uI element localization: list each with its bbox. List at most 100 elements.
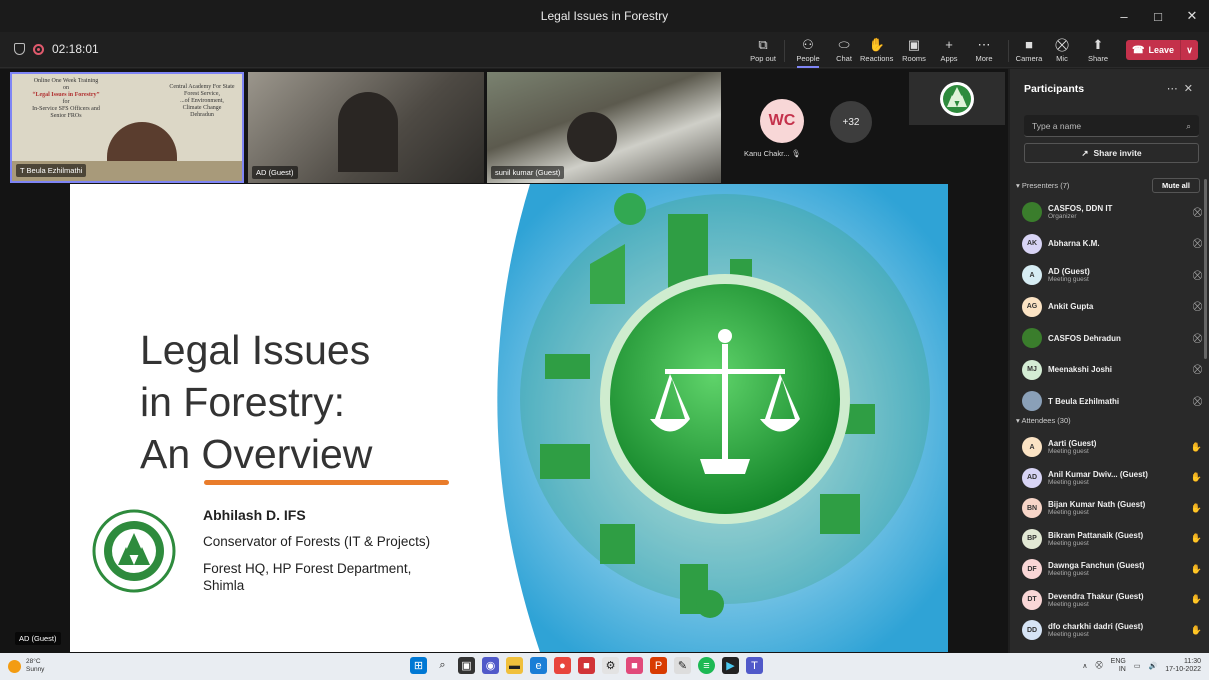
- tile-text-line: Central Academy For State: [169, 84, 235, 90]
- participant-info: CASFOS Dehradun: [1048, 334, 1190, 343]
- mic-muted-icon: ⛒: [1192, 238, 1202, 248]
- participant-row[interactable]: AD Anil Kumar Dwiv... (Guest) Meeting gues…: [1022, 464, 1202, 492]
- meeting-toolbar: 02:18:01 ⧉ Pop out ⚇ People ⬭ Chat ✋ Reactio…: [0, 32, 1209, 68]
- maximize-button[interactable]: □: [1141, 9, 1175, 24]
- participant-row[interactable]: BN Bijan Kumar Nath (Guest) Meeting guest ✋: [1022, 494, 1202, 522]
- settings-gear-icon[interactable]: ⚙: [602, 657, 619, 674]
- participant-info: Devendra Thakur (Guest) Meeting guest: [1048, 592, 1188, 608]
- meeting-stage: Online One Week Training on “Legal Issue…: [0, 69, 1008, 653]
- chrome-icon[interactable]: ●: [554, 657, 571, 674]
- participant-row[interactable]: AG Ankit Gupta ⛒: [1022, 293, 1202, 321]
- file-explorer-icon[interactable]: ▬: [506, 657, 523, 674]
- reactions-icon: ✋: [868, 36, 885, 52]
- participant-row[interactable]: CASFOS Dehradun ⛒: [1022, 324, 1202, 352]
- panel-title: Participants: [1024, 83, 1085, 95]
- chevron-down-icon[interactable]: ∨: [1180, 40, 1198, 60]
- rooms-button[interactable]: ▣ Rooms: [899, 34, 929, 66]
- participant-search-input[interactable]: Type a name ⌕: [1024, 115, 1199, 137]
- video-tile-ad-guest[interactable]: AD (Guest): [248, 72, 484, 183]
- participant-row[interactable]: MJ Meenakshi Joshi ⛒: [1022, 356, 1202, 384]
- tile-text-line: Climate Change: [182, 105, 222, 111]
- participant-row[interactable]: AK Abharna K.M. ⛒: [1022, 230, 1202, 258]
- participant-role: Organizer: [1048, 213, 1077, 220]
- spotify-icon[interactable]: ≡: [698, 657, 715, 674]
- leave-button[interactable]: ☎ Leave ∨: [1126, 40, 1198, 60]
- participant-name: Dawnga Fanchun (Guest): [1048, 561, 1145, 570]
- participant-row[interactable]: DT Devendra Thakur (Guest) Meeting guest ✋: [1022, 586, 1202, 614]
- language-indicator[interactable]: ENG IN: [1111, 658, 1126, 674]
- participant-role: Meeting guest: [1048, 631, 1089, 638]
- store-icon[interactable]: ■: [578, 657, 595, 674]
- more-button[interactable]: ⋯ More: [969, 34, 999, 66]
- share-button[interactable]: ⬆ Share: [1083, 34, 1113, 66]
- avatar-wc[interactable]: WC: [760, 99, 804, 143]
- media-player-icon[interactable]: ▶: [722, 657, 739, 674]
- mic-label: Mic: [1056, 53, 1068, 63]
- share-invite-label: Share invite: [1093, 148, 1142, 158]
- share-icon: ↗: [1081, 147, 1089, 158]
- participant-row[interactable]: BP Bikram Pattanaik (Guest) Meeting guest ✋: [1022, 525, 1202, 553]
- minimize-button[interactable]: –: [1107, 9, 1141, 24]
- share-invite-button[interactable]: ↗ Share invite: [1024, 143, 1199, 163]
- participant-name-kanu: Kanu Chakr... 🎙: [744, 149, 801, 158]
- presenters-header[interactable]: ▾ Presenters (7): [1016, 181, 1069, 190]
- mute-all-button[interactable]: Mute all: [1152, 178, 1200, 193]
- avatar: A: [1022, 437, 1042, 457]
- edge-icon[interactable]: e: [530, 657, 547, 674]
- avatar: [1022, 328, 1042, 348]
- reactions-label: Reactions: [860, 53, 894, 63]
- popout-label: Pop out: [750, 53, 776, 63]
- popout-button[interactable]: ⧉ Pop out: [748, 34, 778, 66]
- participant-row[interactable]: CASFOS, DDN IT Organizer ⛒: [1022, 198, 1202, 226]
- lang-primary: ENG: [1110, 658, 1126, 665]
- title-bar: Legal Issues in Forestry – □ ✕: [0, 0, 1209, 32]
- attendees-header[interactable]: ▾ Attendees (30): [1016, 416, 1071, 425]
- phone-icon: ☎: [1132, 44, 1145, 56]
- presenter-role: Conservator of Forests (IT & Projects): [203, 534, 431, 549]
- ellipsis-icon[interactable]: ⋯: [1167, 83, 1184, 95]
- avatar: DT: [1022, 589, 1042, 610]
- participant-name: Meenakshi Joshi: [1048, 365, 1113, 374]
- participant-row[interactable]: A AD (Guest) Meeting guest ⛒: [1022, 261, 1202, 289]
- chat-label: Chat: [836, 53, 852, 63]
- casfos-logo-tile[interactable]: [909, 72, 1005, 125]
- weather-widget[interactable]: 28°C Sunny: [8, 658, 44, 674]
- camera-button[interactable]: ■ Camera: [1014, 34, 1044, 66]
- people-button[interactable]: ⚇ People: [793, 34, 823, 68]
- more-participants-badge[interactable]: +32: [830, 101, 872, 143]
- mic-muted-icon[interactable]: ⛒: [1096, 662, 1103, 670]
- participant-row[interactable]: DD dfo charkhi dadri (Guest) Meeting guest…: [1022, 616, 1202, 644]
- paint-icon[interactable]: ✎: [674, 657, 691, 674]
- more-label: More: [975, 53, 993, 63]
- search-icon[interactable]: ⌕: [434, 657, 451, 674]
- photos-icon[interactable]: ■: [626, 657, 643, 674]
- clock[interactable]: 11:30 17-10-2022: [1165, 658, 1201, 674]
- tile-name-label: sunil kumar (Guest): [491, 166, 565, 179]
- volume-icon[interactable]: 🔊: [1148, 662, 1157, 670]
- teams-icon[interactable]: T: [746, 657, 763, 674]
- participant-row[interactable]: DF Dawnga Fanchun (Guest) Meeting guest ✋: [1022, 555, 1202, 583]
- close-button[interactable]: ✕: [1175, 8, 1209, 24]
- windows-taskbar: 28°C Sunny ⊞ ⌕ ▣ ◉ ▬ e ● ■ ⚙ ■ P ✎ ≡ ▶ T …: [0, 653, 1209, 680]
- reactions-button[interactable]: ✋ Reactions: [860, 34, 893, 66]
- teams-chat-icon[interactable]: ◉: [482, 657, 499, 674]
- participant-name: Bikram Pattanaik (Guest): [1048, 530, 1144, 540]
- apps-button[interactable]: + Apps: [934, 34, 964, 66]
- task-view-icon[interactable]: ▣: [458, 657, 475, 674]
- video-tile-t-beula[interactable]: Online One Week Training on “Legal Issue…: [10, 72, 244, 183]
- video-tile-sunil-kumar[interactable]: sunil kumar (Guest): [487, 72, 721, 183]
- mic-button[interactable]: ⛒ Mic: [1047, 34, 1077, 66]
- close-icon[interactable]: ✕: [1184, 83, 1199, 95]
- network-icon[interactable]: ▭: [1134, 662, 1141, 670]
- sun-icon: [8, 659, 21, 673]
- mic-muted-icon: ⛒: [1192, 269, 1202, 280]
- participant-info: Abharna K.M.: [1048, 239, 1190, 248]
- participant-row[interactable]: T Beula Ezhilmathi ⛒: [1022, 387, 1202, 415]
- participant-role: Meeting guest: [1048, 600, 1089, 608]
- windows-start-icon[interactable]: ⊞: [410, 657, 427, 674]
- chat-button[interactable]: ⬭ Chat: [829, 34, 859, 66]
- participant-row[interactable]: A Aarti (Guest) Meeting guest ✋: [1022, 433, 1202, 461]
- panel-scrollbar[interactable]: [1204, 179, 1207, 359]
- powerpoint-icon[interactable]: P: [650, 657, 667, 674]
- chevron-up-icon[interactable]: ∧: [1082, 662, 1087, 670]
